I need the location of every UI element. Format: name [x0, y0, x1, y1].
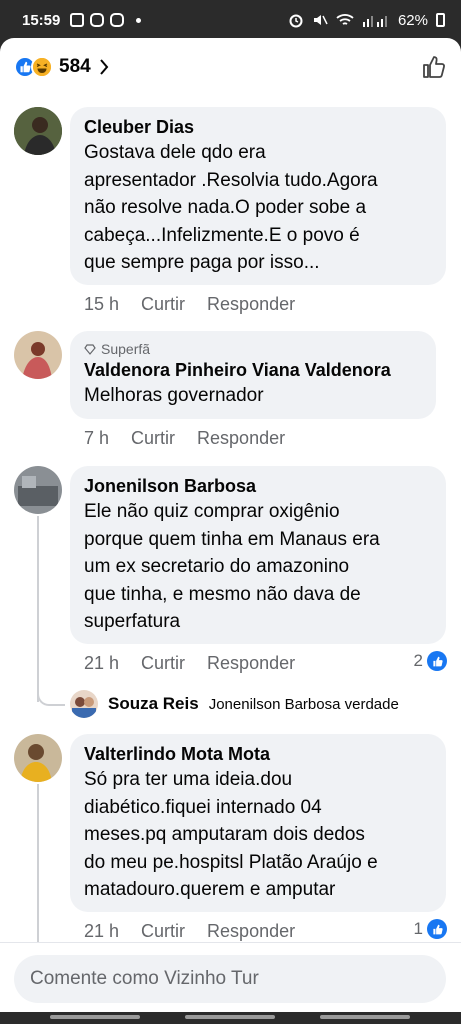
- comment-author[interactable]: Cleuber Dias: [84, 115, 432, 139]
- comment-author[interactable]: Jonenilson Barbosa: [84, 474, 432, 498]
- thread-line: [37, 516, 39, 702]
- haha-reaction-icon: [31, 56, 53, 78]
- like-button[interactable]: Curtir: [131, 428, 175, 449]
- superfan-badge: Superfã: [84, 340, 422, 358]
- alarm-icon: [289, 14, 303, 28]
- comment-composer: Comente como Vizinho Tur: [0, 942, 461, 1012]
- comment-input[interactable]: Comente como Vizinho Tur: [14, 955, 446, 1003]
- system-nav-bar: [0, 1012, 461, 1024]
- home-button[interactable]: [185, 1015, 275, 1019]
- reply-button[interactable]: Responder: [207, 294, 295, 315]
- avatar: [70, 690, 98, 718]
- reply-author[interactable]: Souza Reis: [108, 694, 199, 714]
- comment-author[interactable]: Valdenora Pinheiro Viana Valdenora: [84, 358, 422, 382]
- comment-actions: 21 h Curtir Responder: [84, 921, 295, 942]
- comment-actions: 7 h Curtir Responder: [84, 428, 285, 449]
- instagram-icon: [110, 13, 125, 27]
- reactions-header: 584: [0, 38, 461, 96]
- like-button[interactable]: Curtir: [141, 294, 185, 315]
- like-button[interactable]: Curtir: [141, 653, 185, 674]
- like-post-icon[interactable]: [421, 54, 447, 80]
- comment-actions: 21 h Curtir Responder: [84, 653, 295, 674]
- recent-apps-button[interactable]: [50, 1015, 140, 1019]
- like-reaction-icon: [427, 651, 447, 671]
- comment-text: Só pra ter uma ideia.dou diabético.fique…: [84, 769, 378, 900]
- comment-time: 21 h: [84, 921, 120, 941]
- comment-author[interactable]: Valterlindo Mota Mota: [84, 742, 432, 766]
- mute-icon: [313, 15, 328, 25]
- like-reaction-icon: [427, 919, 447, 939]
- reply-button[interactable]: Responder: [207, 653, 295, 674]
- comments-sheet: 584 Cleuber Dias Gostava dele qdo era ap…: [0, 38, 461, 1012]
- reply-button[interactable]: Responder: [207, 921, 295, 942]
- signal-icon: [362, 16, 387, 27]
- system-icons: 62%: [288, 12, 445, 29]
- reply-button[interactable]: Responder: [197, 428, 285, 449]
- comment-text: Gostava dele qdo era apresentador .Resol…: [84, 142, 378, 273]
- avatar[interactable]: [14, 107, 62, 155]
- comment-bubble[interactable]: Cleuber Dias Gostava dele qdo era aprese…: [70, 107, 446, 285]
- comment-bubble[interactable]: Jonenilson Barbosa Ele não quiz comprar …: [70, 466, 446, 644]
- status-time: 15:59: [22, 11, 61, 29]
- reply-preview[interactable]: Souza Reis Jonenilson Barbosa verdade: [70, 690, 399, 718]
- comment-time: 7 h: [84, 428, 110, 448]
- comment-like-count[interactable]: 1: [414, 919, 447, 939]
- avatar[interactable]: [14, 466, 62, 514]
- thread-curve: [37, 686, 65, 706]
- back-button[interactable]: [320, 1015, 410, 1019]
- comment-bubble[interactable]: Valterlindo Mota Mota Só pra ter uma ide…: [70, 734, 446, 912]
- notification-icons: [70, 13, 142, 27]
- thread-line: [37, 784, 39, 942]
- comment-like-count[interactable]: 2: [414, 651, 447, 671]
- comment-time: 21 h: [84, 653, 120, 673]
- reaction-count: 584: [59, 56, 91, 77]
- chevron-right-icon: [99, 59, 109, 75]
- reply-text: Jonenilson Barbosa verdade: [208, 695, 399, 713]
- avatar[interactable]: [14, 331, 62, 379]
- like-button[interactable]: Curtir: [141, 921, 185, 942]
- battery-percent: 62%: [397, 11, 428, 29]
- comment-text: Ele não quiz comprar oxigênio porque que…: [84, 501, 380, 632]
- avatar[interactable]: [14, 734, 62, 782]
- comment-time: 15 h: [84, 294, 120, 314]
- gallery-icon: [70, 13, 85, 27]
- battery-icon: [436, 13, 445, 27]
- more-notifications-icon: [136, 17, 142, 23]
- status-bar: 15:59 62%: [0, 0, 461, 40]
- diamond-icon: [84, 343, 96, 355]
- instagram-icon: [90, 13, 105, 27]
- comment-bubble[interactable]: Superfã Valdenora Pinheiro Viana Valdeno…: [70, 331, 436, 419]
- comment-text: Melhoras governador: [84, 385, 264, 406]
- wifi-icon: [336, 14, 354, 25]
- reaction-summary[interactable]: 584: [14, 56, 109, 78]
- comment-actions: 15 h Curtir Responder: [84, 294, 295, 315]
